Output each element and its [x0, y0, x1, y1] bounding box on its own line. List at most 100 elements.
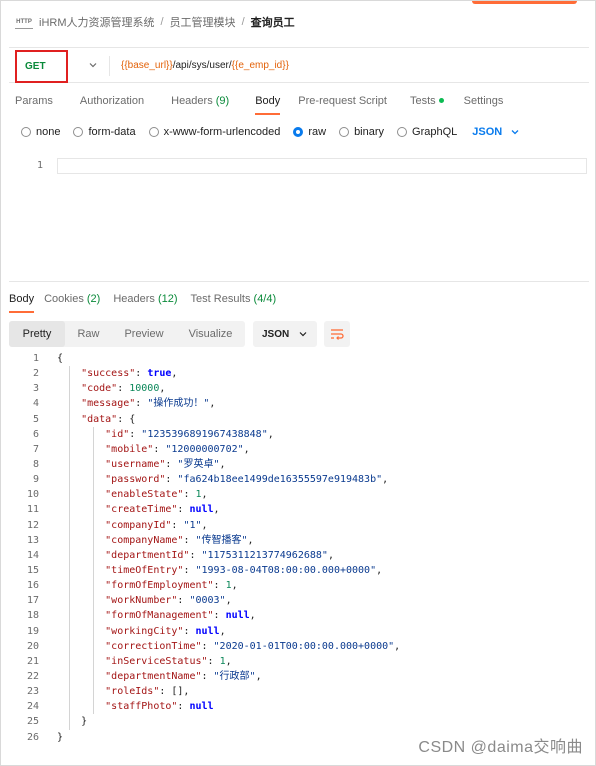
- format-toolbar: Pretty Raw Preview Visualize: [9, 321, 245, 347]
- json-token: "correctionTime": [105, 640, 202, 652]
- json-token: :: [165, 474, 178, 486]
- code-text: "roleIds": [],: [57, 684, 190, 700]
- line-number: 20: [26, 640, 39, 652]
- json-token: ,: [171, 368, 178, 380]
- json-token: ,: [327, 549, 334, 561]
- breadcrumb-item[interactable]: 员工管理模块: [170, 14, 236, 30]
- tab-label: Tests: [409, 95, 436, 107]
- format-raw-button[interactable]: Raw: [65, 321, 112, 347]
- request-body-editor[interactable]: 1: [9, 152, 589, 282]
- tab-label: Settings: [463, 95, 504, 107]
- line-number: 16: [26, 580, 39, 592]
- json-token: "1235396891967438848": [141, 428, 268, 440]
- url-bar: GET {{base_url}}/api/sys/user/{{e_emp_id…: [9, 47, 589, 83]
- tab-tests[interactable]: Tests: [410, 95, 444, 107]
- gutter: [39, 684, 57, 699]
- format-visualize-button[interactable]: Visualize: [176, 321, 245, 347]
- chevron-down-icon[interactable]: [87, 59, 99, 71]
- code-line: 24 "staffPhoto": null: [1, 699, 595, 715]
- body-type-none[interactable]: none: [21, 126, 60, 138]
- url-path: /api/sys/user/: [172, 60, 232, 71]
- response-format-select[interactable]: JSON: [253, 321, 317, 347]
- format-pretty-button[interactable]: Pretty: [9, 321, 65, 347]
- watermark: CSDN @daima交响曲: [418, 739, 583, 756]
- tab-count: (2): [86, 293, 101, 305]
- format-preview-button[interactable]: Preview: [112, 321, 176, 347]
- radio-button[interactable]: [339, 127, 350, 137]
- json-token: "罗英卓": [177, 458, 220, 470]
- body-type-graphql[interactable]: GraphQL: [397, 126, 457, 138]
- tab-label: Headers: [113, 293, 155, 305]
- json-token: "staffPhoto": [105, 701, 178, 713]
- indent-guide: [93, 562, 95, 579]
- tab-params[interactable]: Params: [15, 95, 53, 107]
- body-type-form-data[interactable]: form-data: [73, 126, 136, 138]
- indent-guide: [69, 547, 70, 563]
- radio-label: none: [36, 126, 61, 138]
- http-request-icon: HTTP: [15, 15, 33, 29]
- json-token: ,: [209, 398, 216, 410]
- url-divider: [109, 56, 110, 76]
- tab-label: Cookies: [44, 293, 84, 305]
- json-token: :: [183, 625, 196, 637]
- indent-guide: [69, 517, 70, 533]
- code-text: }: [57, 714, 88, 730]
- body-type-raw[interactable]: raw: [293, 126, 326, 138]
- code-line: 21 "inServiceStatus": 1,: [1, 653, 595, 669]
- json-token: ,: [201, 519, 208, 531]
- code-line: 8 "username": "罗英卓",: [1, 456, 595, 473]
- line-number: 6: [32, 428, 39, 440]
- radio-button[interactable]: [21, 127, 31, 137]
- response-tab-test-results[interactable]: Test Results (4/4): [191, 293, 277, 305]
- code-text: "departmentName": "行政部",: [57, 668, 262, 685]
- indent-guide: [69, 593, 70, 609]
- request-title[interactable]: 查询员工: [251, 14, 295, 30]
- code-text: "staffPhoto": null: [57, 699, 214, 715]
- json-token: :: [201, 640, 214, 652]
- radio-button[interactable]: [293, 127, 304, 137]
- code-text: "id": "1235396891967438848",: [57, 426, 274, 442]
- body-type-x-www-form-urlencoded[interactable]: x-www-form-urlencoded: [148, 126, 280, 138]
- method-select[interactable]: GET: [15, 50, 68, 83]
- gutter: [39, 487, 57, 502]
- json-token: "行政部": [213, 670, 256, 682]
- gutter: [39, 669, 57, 684]
- wrap-lines-icon: [331, 329, 344, 340]
- json-token: }: [81, 716, 88, 728]
- chevron-down-icon: [299, 332, 307, 337]
- code-text: {: [57, 351, 63, 366]
- breadcrumb: HTTP iHRM人力资源管理系统 / 员工管理模块 / 查询员工: [15, 11, 295, 33]
- body-type-binary[interactable]: binary: [339, 126, 384, 138]
- tab-settings[interactable]: Settings: [464, 95, 504, 107]
- json-token: :: [153, 443, 166, 455]
- raw-format-select[interactable]: JSON: [472, 126, 520, 138]
- raw-format-label: JSON: [472, 126, 503, 138]
- line-number: 17: [26, 595, 39, 607]
- url-input[interactable]: {{base_url}}/api/sys/user/{{e_emp_id}}: [121, 60, 289, 71]
- wrap-lines-button[interactable]: [324, 321, 350, 347]
- response-body-viewer[interactable]: 1{2 "success": true, 3 "code": 10000, 4 "mess…: [1, 351, 595, 745]
- tab-authorization[interactable]: Authorization: [80, 95, 144, 107]
- breadcrumb-item[interactable]: iHRM人力资源管理系统: [39, 14, 155, 30]
- response-tab-headers[interactable]: Headers (12): [113, 293, 177, 305]
- tab-pre-request-script[interactable]: Pre-request Script: [298, 95, 387, 107]
- response-tab-cookies[interactable]: Cookies (2): [44, 293, 100, 305]
- radio-button[interactable]: [397, 127, 408, 137]
- response-tab-body[interactable]: Body: [9, 293, 35, 313]
- json-token: ,: [201, 489, 208, 501]
- json-token: : [],: [159, 686, 190, 698]
- code-line: 19 "workingCity": null,: [1, 623, 595, 639]
- line-number: 15: [26, 564, 39, 576]
- line-number: 19: [26, 625, 39, 637]
- active-line[interactable]: [57, 158, 587, 174]
- json-token: :: [129, 428, 142, 440]
- tab-body[interactable]: Body: [255, 95, 281, 115]
- json-token: :: [135, 398, 148, 410]
- method-label: GET: [25, 61, 46, 72]
- tab-headers[interactable]: Headers (9): [171, 95, 229, 107]
- line-number: 10: [26, 489, 39, 501]
- radio-button[interactable]: [148, 127, 159, 137]
- json-token: "fa624b18ee1499de16355597e919483b": [177, 474, 383, 486]
- radio-button[interactable]: [73, 127, 84, 137]
- json-token: "12000000702": [165, 443, 244, 455]
